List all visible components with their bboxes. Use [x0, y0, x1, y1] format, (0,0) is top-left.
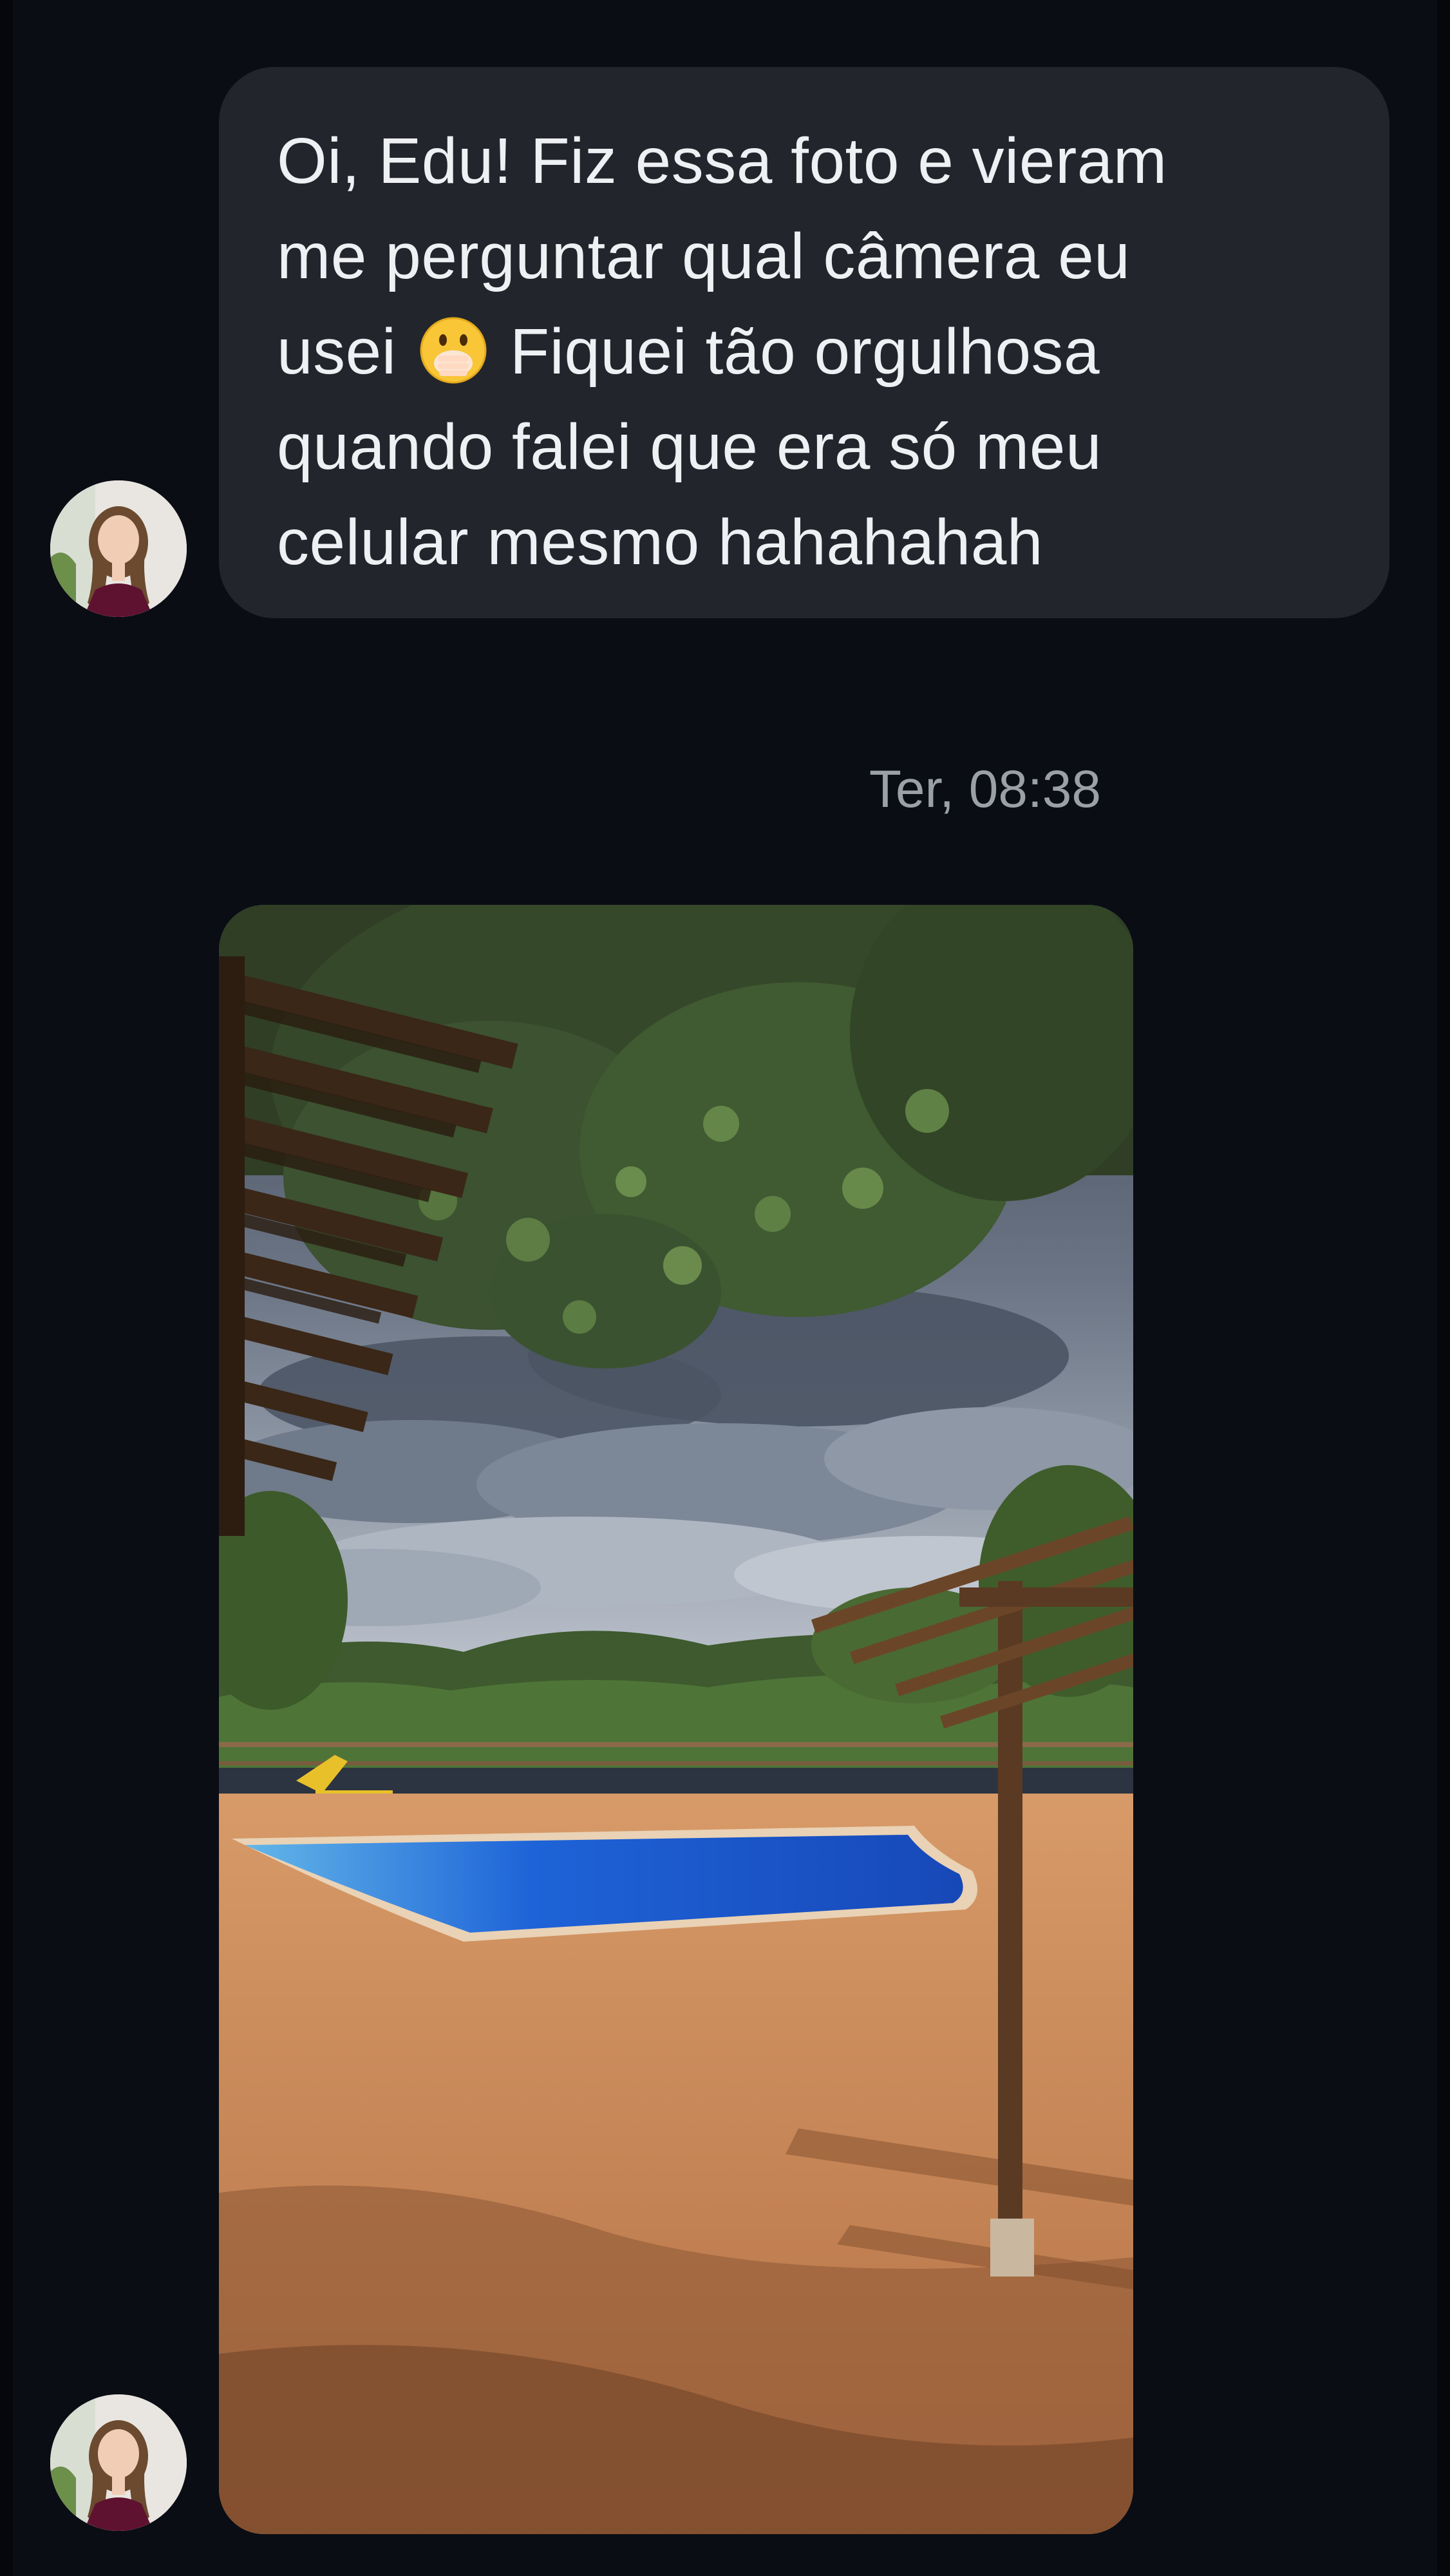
incoming-message-bubble[interactable]: Oi, Edu! Fiz essa foto e vieram me pergu… — [219, 67, 1389, 618]
sender-avatar[interactable] — [50, 480, 187, 617]
message-timestamp: Ter, 08:38 — [869, 760, 1101, 819]
photo-attachment[interactable] — [219, 905, 1133, 2534]
sender-avatar-bottom[interactable] — [50, 2394, 187, 2531]
message-line-5: celular mesmo hahahahah — [277, 506, 1044, 578]
message-text: Oi, Edu! Fiz essa foto e vieram me pergu… — [277, 113, 1332, 590]
message-line-2: me perguntar qual câmera eu — [277, 220, 1131, 292]
message-line-3b: Fiquei tão orgulhosa — [491, 316, 1100, 388]
chat-thread[interactable]: Oi, Edu! Fiz essa foto e vieram me pergu… — [0, 0, 1450, 2576]
message-line-1: Oi, Edu! Fiz essa foto e vieram — [277, 125, 1167, 197]
face-hand-over-mouth-emoji-icon — [419, 316, 488, 385]
message-line-3a: usei — [277, 316, 415, 388]
message-line-4: quando falei que era só meu — [277, 411, 1102, 483]
